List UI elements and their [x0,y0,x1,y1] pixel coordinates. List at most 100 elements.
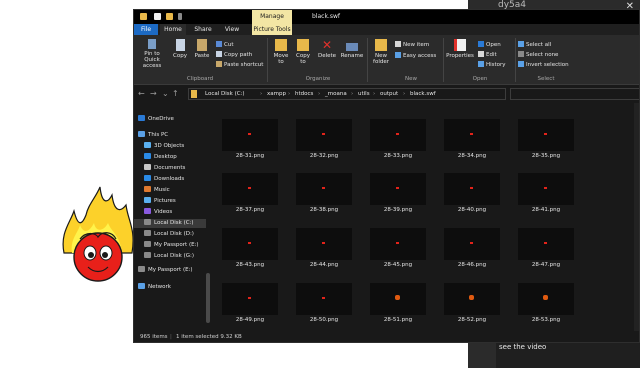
properties-icon[interactable] [154,13,161,20]
cut-button[interactable]: Cut [216,41,233,49]
select-all-button[interactable]: Select all [518,41,551,49]
drive-icon [144,252,151,258]
new-folder-icon[interactable] [166,13,173,20]
sidebar-item[interactable]: 3D Objects [134,142,206,151]
file-tile[interactable]: 28-50.png [296,283,352,323]
search-input[interactable] [510,88,639,100]
file-tile[interactable]: 28-32.png [296,119,352,159]
file-tile[interactable]: 28-53.png [518,283,574,323]
breadcrumb-item[interactable]: black.swf [410,89,436,100]
sidebar-item[interactable]: Videos [134,208,206,217]
breadcrumb-item[interactable]: utils [358,89,370,100]
sidebar-item[interactable]: My Passport (E:) [134,266,206,275]
file-explorer-window[interactable]: Manage black.swf File Home Share View Pi… [133,9,640,343]
open-button[interactable]: Open [478,41,501,49]
file-tile[interactable]: 28-35.png [518,119,574,159]
video-caption-panel[interactable]: see the video [496,340,640,368]
new-folder-button[interactable]: New folder [370,39,392,65]
breadcrumb-item[interactable]: Local Disk (C:) [205,89,245,100]
sidebar-item[interactable]: Documents [134,164,206,173]
file-tile[interactable]: 28-40.png [444,173,500,213]
delete-label: Delete [317,53,337,59]
rename-button[interactable]: Rename [340,39,364,59]
sidebar-item[interactable]: This PC [134,131,206,140]
new-item-button[interactable]: New item [395,41,429,49]
partial-file-tile[interactable] [222,103,278,109]
partial-file-tile[interactable] [296,103,352,109]
pin-label: Pin to Quick access [142,51,162,69]
file-tile[interactable]: 28-34.png [444,119,500,159]
file-tile[interactable]: 28-37.png [222,173,278,213]
recent-locations-icon[interactable]: ⌄ [162,89,169,98]
partial-file-tile[interactable] [518,103,574,109]
sidebar-item[interactable]: Pictures [134,197,206,206]
tab-picture-tools[interactable]: Picture Tools [252,24,292,35]
file-tile[interactable]: 28-43.png [222,228,278,268]
file-tile[interactable]: 28-31.png [222,119,278,159]
tab-file[interactable]: File [134,24,158,35]
file-tile[interactable]: 28-51.png [370,283,426,323]
sidebar-item[interactable]: Local Disk (G:) [134,252,206,261]
navigation-scrollbar[interactable] [206,273,210,323]
address-row: ← → ⌄ ↑ Local Disk (C:) › xampp › htdocs… [134,86,639,102]
move-to-button[interactable]: Move to [271,39,291,65]
tab-share[interactable]: Share [190,24,216,35]
title-bar[interactable]: Manage black.swf [134,10,639,24]
history-button[interactable]: History [478,61,506,69]
easy-access-button[interactable]: Easy access [395,52,436,60]
file-tile[interactable]: 28-39.png [370,173,426,213]
select-none-label: Select none [526,52,559,58]
file-tile[interactable]: 28-38.png [296,173,352,213]
up-arrow-icon[interactable]: ↑ [172,89,179,98]
partial-file-tile[interactable] [370,103,426,109]
properties-button[interactable]: Properties [445,39,475,59]
folder-icon [191,90,197,98]
sidebar-item[interactable]: Downloads [134,175,206,184]
breadcrumb-item[interactable]: xampp [267,89,286,100]
thumbnail-sprite [470,242,473,244]
paste-button[interactable]: Paste [192,39,212,59]
sidebar-item[interactable]: Desktop [134,153,206,162]
manage-tab[interactable]: Manage [252,10,292,24]
sidebar-item[interactable]: Music [134,186,206,195]
sidebar-item[interactable]: Network [134,283,206,292]
paste-shortcut-button[interactable]: Paste shortcut [216,61,263,69]
back-arrow-icon[interactable]: ← [138,89,145,98]
tab-home[interactable]: Home [160,24,186,35]
pin-quick-access-button[interactable]: Pin to Quick access [136,39,168,69]
chevron-down-icon[interactable] [178,13,182,20]
select-none-button[interactable]: Select none [518,51,558,59]
file-tile[interactable]: 28-44.png [296,228,352,268]
copy-button[interactable]: Copy [170,39,190,59]
file-tile[interactable]: 28-41.png [518,173,574,213]
file-tile[interactable]: 28-33.png [370,119,426,159]
new-item-icon [395,41,401,47]
forward-arrow-icon[interactable]: → [150,89,157,98]
content-scrollbar[interactable] [634,103,639,331]
file-tile[interactable]: 28-46.png [444,228,500,268]
file-thumbnail [444,119,500,151]
file-name: 28-45.png [383,262,413,268]
sidebar-item[interactable]: OneDrive [134,115,206,124]
sidebar-item-label: OneDrive [148,116,174,122]
file-tile[interactable]: 28-52.png [444,283,500,323]
sidebar-item[interactable]: Local Disk (C:) [134,219,206,228]
copy-to-button[interactable]: Copy to [293,39,313,65]
sidebar-item[interactable]: Local Disk (D:) [134,230,206,239]
file-tile[interactable]: 28-45.png [370,228,426,268]
invert-selection-button[interactable]: Invert selection [518,61,569,69]
breadcrumb-item[interactable]: output [380,89,398,100]
file-tile[interactable]: 28-49.png [222,283,278,323]
tab-view[interactable]: View [220,24,244,35]
sidebar-item[interactable]: My Passport (E:) [134,241,206,250]
breadcrumb-item[interactable]: htdocs [295,89,313,100]
file-tile[interactable]: 28-47.png [518,228,574,268]
partial-file-tile[interactable] [444,103,500,109]
thumbnail-sprite [470,187,473,189]
edit-button[interactable]: Edit [478,51,497,59]
delete-button[interactable]: ✕ Delete [316,39,338,59]
address-bar[interactable]: Local Disk (C:) › xampp › htdocs › _moan… [188,88,506,100]
copy-path-button[interactable]: Copy path [216,51,252,59]
breadcrumb-item[interactable]: _moana [325,89,347,100]
move-to-label: Move to [273,53,289,65]
